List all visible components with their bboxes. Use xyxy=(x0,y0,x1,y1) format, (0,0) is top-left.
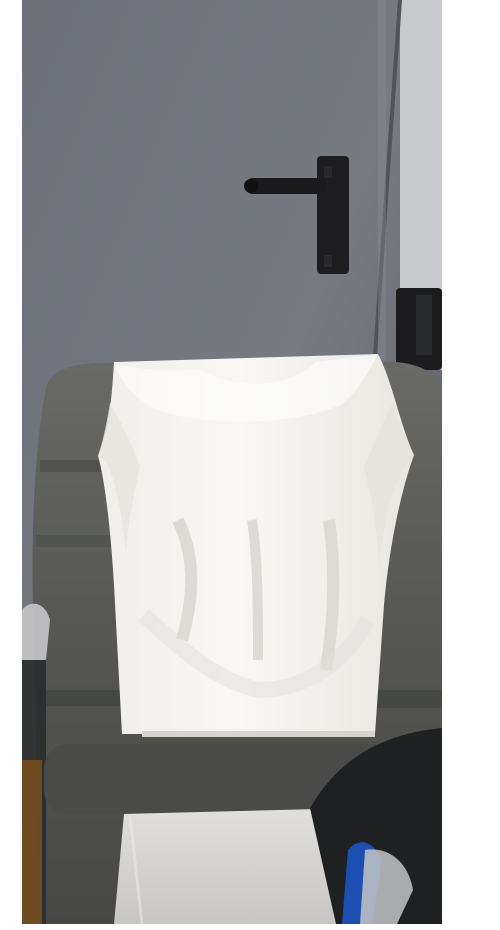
page xyxy=(0,0,500,930)
photo-frame xyxy=(22,0,442,924)
left-margin xyxy=(0,0,22,930)
right-margin xyxy=(442,0,500,930)
white-tank-top xyxy=(98,354,414,737)
photo xyxy=(22,0,442,924)
